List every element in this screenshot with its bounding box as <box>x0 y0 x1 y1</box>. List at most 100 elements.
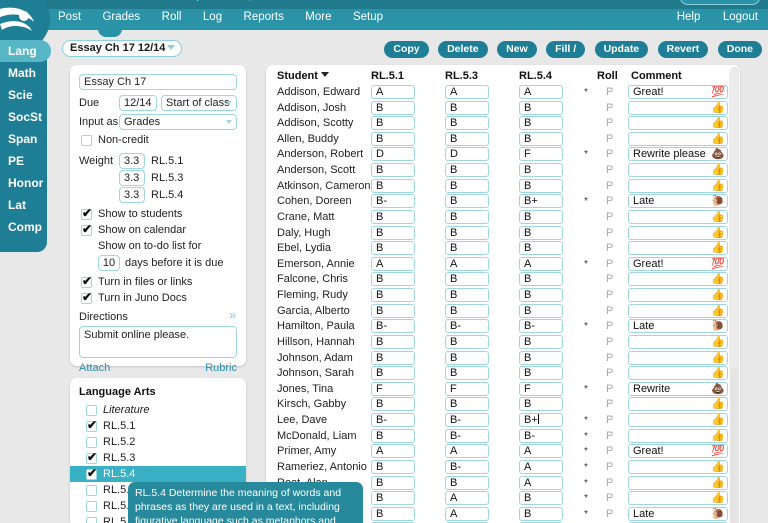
rail-item-lang[interactable]: Lang <box>0 40 51 62</box>
grade-input-2[interactable]: B <box>445 131 489 146</box>
comment-input[interactable]: 👍 <box>628 475 728 490</box>
grade-input-1[interactable]: A <box>371 85 415 99</box>
comment-emoji-icon[interactable]: 👍 <box>711 492 725 504</box>
grade-input-2[interactable]: B <box>445 100 489 115</box>
comment-input[interactable]: 👍 <box>628 288 728 303</box>
roll-status[interactable]: P <box>606 383 613 395</box>
table-row[interactable]: Emerson, Annie A A A * P Great! 💯 <box>266 256 740 273</box>
update-button[interactable]: Update <box>594 41 649 58</box>
comment-input[interactable]: 👍 <box>628 491 728 506</box>
standard-checkbox-rl55[interactable] <box>86 484 97 496</box>
table-row[interactable]: Jones, Tina F F F * P Rewrite 💩 <box>266 381 740 398</box>
grade-input-2[interactable]: B <box>445 288 489 303</box>
grade-input-2[interactable]: B <box>445 209 489 224</box>
grade-input-3[interactable]: B <box>519 225 563 240</box>
roll-status[interactable]: P <box>606 320 613 332</box>
show-on-calendar-checkbox[interactable] <box>81 222 92 236</box>
standard-checkbox-rl57[interactable] <box>86 516 97 523</box>
grade-input-3[interactable]: A <box>519 475 563 490</box>
comment-input[interactable]: 👍 <box>628 272 728 287</box>
rail-item-lat[interactable]: Lat <box>0 194 47 216</box>
comment-input[interactable]: 👍 <box>628 116 728 131</box>
roll-status[interactable]: P <box>606 430 613 442</box>
grade-input-3[interactable]: B <box>519 288 563 303</box>
grade-input-2[interactable]: B- <box>445 459 489 474</box>
standard-checkbox-rl56[interactable] <box>86 500 97 512</box>
roll-status[interactable]: P <box>606 305 613 317</box>
roll-status[interactable]: P <box>606 86 613 98</box>
grade-input-1[interactable]: B <box>371 116 415 131</box>
comment-emoji-icon[interactable]: 👍 <box>711 430 725 442</box>
grade-input-3[interactable]: B <box>519 272 563 287</box>
comment-input[interactable]: 👍 <box>628 413 728 428</box>
roll-status[interactable]: P <box>606 398 613 410</box>
comment-input[interactable]: 👍 <box>628 100 728 115</box>
grade-input-1[interactable]: B <box>371 350 415 365</box>
roll-status[interactable]: P <box>606 211 613 223</box>
grade-input-2[interactable]: B <box>445 225 489 240</box>
grade-input-2[interactable]: B <box>445 241 489 256</box>
grade-input-1[interactable]: B <box>371 100 415 115</box>
grade-input-2[interactable]: B <box>445 163 489 178</box>
grade-input-3[interactable]: B <box>519 334 563 349</box>
grade-input-2[interactable]: B <box>445 272 489 287</box>
grade-input-3[interactable]: A <box>519 459 563 474</box>
directions-textarea[interactable]: Submit online please. <box>79 326 237 358</box>
comment-emoji-icon[interactable]: 👍 <box>711 477 725 489</box>
comment-emoji-icon[interactable]: 👍 <box>711 242 725 254</box>
grade-input-3[interactable]: B- <box>519 319 563 334</box>
roll-status[interactable]: P <box>606 352 613 364</box>
grid-scrollbar-thumb[interactable] <box>729 69 738 369</box>
comment-input[interactable]: Rewrite please 💩 <box>628 147 728 162</box>
grade-input-3[interactable]: B <box>519 303 563 318</box>
grade-input-3[interactable]: B <box>519 209 563 224</box>
roll-status[interactable]: P <box>606 164 613 176</box>
assignment-picker[interactable]: Essay Ch 17 12/14 <box>62 40 183 57</box>
grade-input-3[interactable]: B <box>519 241 563 256</box>
fill-button[interactable]: Fill / <box>546 41 586 58</box>
grade-input-2[interactable]: B <box>445 116 489 131</box>
comment-emoji-icon[interactable]: 🐌 <box>711 320 725 332</box>
comment-input[interactable]: 👍 <box>628 178 728 193</box>
comment-emoji-icon[interactable]: 👍 <box>711 414 725 426</box>
grade-input-1[interactable]: B- <box>371 413 415 428</box>
standard-checkbox-rl51[interactable] <box>86 418 97 432</box>
grade-input-3[interactable]: B <box>519 506 563 521</box>
grade-input-1[interactable]: B <box>371 428 415 443</box>
table-row[interactable]: Falcone, Chris B B B P 👍 <box>266 272 740 288</box>
comment-input[interactable]: 👍 <box>628 131 728 146</box>
grade-input-2[interactable]: B <box>445 475 489 490</box>
new-button[interactable]: New <box>497 41 537 58</box>
roll-status[interactable]: P <box>606 242 613 254</box>
grade-input-3[interactable]: B- <box>519 428 563 443</box>
table-row[interactable]: Garcia, Alberto B B B P 👍 <box>266 303 740 320</box>
grade-input-3[interactable]: F <box>519 147 563 162</box>
grade-input-2[interactable]: A <box>445 506 489 521</box>
grade-input-1[interactable]: B <box>371 288 415 303</box>
standard-row-rl54[interactable]: RL.5.4 <box>70 466 246 482</box>
table-row[interactable]: Addison, Josh B B B P 👍 <box>266 100 740 117</box>
grade-input-1[interactable]: B <box>371 241 415 256</box>
grade-input-2[interactable]: B <box>445 397 489 412</box>
comment-input[interactable]: Rewrite 💩 <box>628 381 728 396</box>
grade-input-2[interactable]: B <box>445 366 489 381</box>
table-row[interactable]: Hamilton, Paula B- B- B- * P Late 🐌 <box>266 319 740 335</box>
grade-input-2[interactable]: A <box>445 85 489 99</box>
table-row[interactable]: Daly, Hugh B B B P 👍 <box>266 225 740 242</box>
grade-input-2[interactable]: B <box>445 350 489 365</box>
comment-input[interactable]: Great! 💯 <box>628 444 728 459</box>
table-row[interactable]: Rameriez, Antonio B B- A * P 👍 <box>266 459 740 476</box>
roll-status[interactable]: P <box>606 148 613 160</box>
table-row[interactable]: Johnson, Adam B B B P 👍 <box>266 350 740 367</box>
comment-input[interactable]: 👍 <box>628 459 728 474</box>
grade-input-2[interactable]: B <box>445 178 489 193</box>
standard-checkbox-rl52[interactable] <box>86 436 97 448</box>
due-date-input[interactable]: 12/14 <box>119 95 157 111</box>
nav-item-more[interactable]: More <box>305 11 331 23</box>
comment-input[interactable]: Late 🐌 <box>628 194 728 209</box>
roll-status[interactable]: P <box>606 102 613 114</box>
table-row[interactable]: McDonald, Liam B B- B- * P 👍 <box>266 428 740 445</box>
rail-item-honor[interactable]: Honor <box>0 172 47 194</box>
comment-emoji-icon[interactable]: 💯 <box>711 258 725 270</box>
table-row[interactable]: Fleming, Rudy B B B P 👍 <box>266 288 740 304</box>
